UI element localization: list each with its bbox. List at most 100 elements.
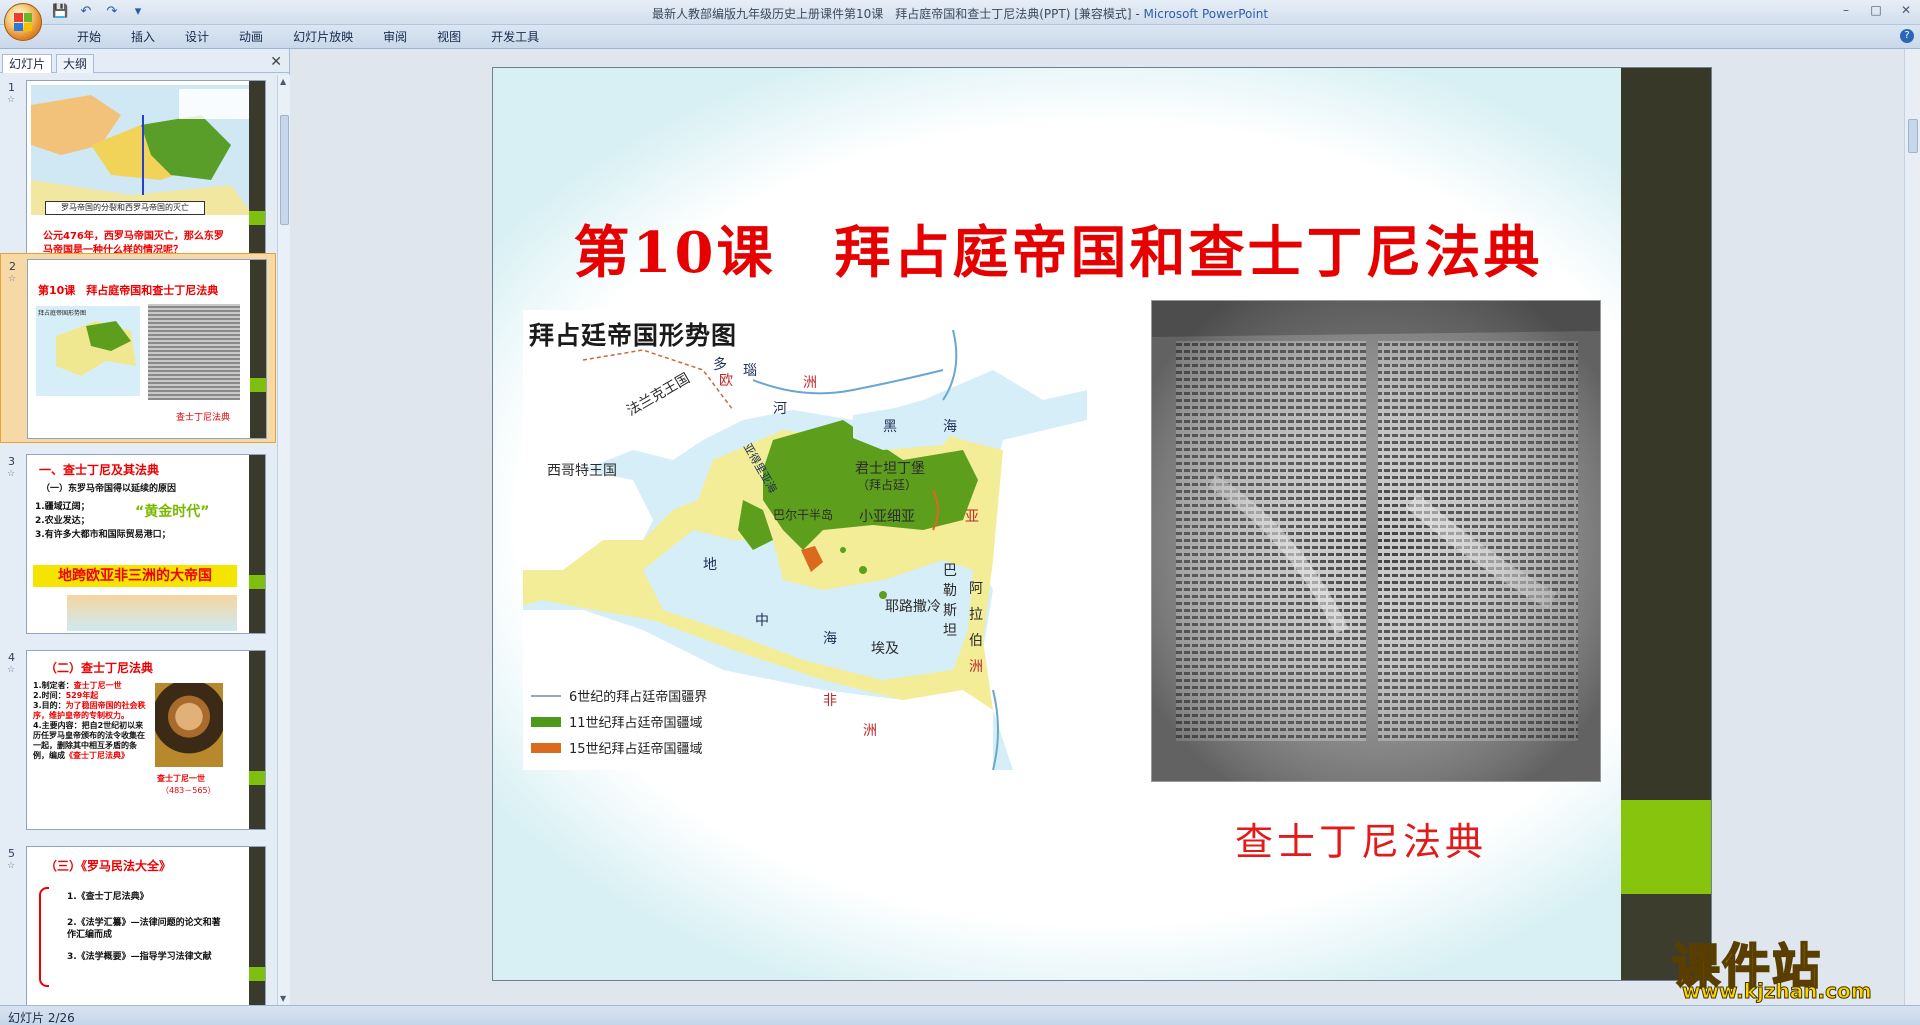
- portrait-caption: 查士丁尼一世: [157, 774, 205, 783]
- pane-close-icon[interactable]: ✕: [270, 54, 282, 70]
- thumb-side-band: [250, 260, 266, 438]
- roman-map-thumb: [31, 85, 253, 215]
- map-label-asia: 亚: [965, 509, 979, 525]
- thumbnail-canvas: 一、查士丁尼及其法典 （一）东罗马帝国得以延续的原因 1.疆域辽阔； 2.农业发…: [26, 454, 266, 634]
- help-icon[interactable]: ?: [1900, 29, 1914, 43]
- thumb-strip-map: [67, 595, 237, 631]
- tab-slide-show[interactable]: 幻灯片放映: [278, 29, 368, 45]
- map-label-jerusalem: 耶路撒冷: [885, 599, 941, 615]
- slide-thumbnail-4[interactable]: 4 ☆ （二）查士丁尼法典 1.制定者：查士丁尼一世 2.时间：529年起 3.…: [0, 645, 276, 835]
- tab-review[interactable]: 审阅: [368, 29, 422, 45]
- thumb-item: 1.制定者：: [33, 681, 74, 690]
- thumb-map: 拜占庭帝国形势图: [36, 306, 140, 396]
- thumb-side-band: [249, 455, 265, 633]
- scroll-up-icon[interactable]: ▲: [280, 77, 286, 86]
- window-controls: – □ ✕: [1838, 3, 1914, 17]
- tab-insert[interactable]: 插入: [116, 29, 170, 45]
- thumbnail-number: 4: [8, 651, 15, 664]
- map-label-danube-2: 瑙: [743, 363, 757, 379]
- close-button[interactable]: ✕: [1898, 3, 1914, 17]
- map-label-balkans: 巴尔干半岛: [773, 508, 834, 522]
- pane-tabs: 幻灯片 大纲 ✕: [0, 51, 290, 73]
- map-label-egypt: 埃及: [871, 641, 899, 657]
- thumbnail-number: 2: [9, 260, 16, 273]
- thumb-item: 2.《法学汇纂》—法律问题的论文和著作汇编而成: [67, 918, 221, 940]
- thumbnail-canvas: 第10课 拜占庭帝国和查士丁尼法典 拜占庭帝国形势图 查士丁尼法典: [27, 259, 267, 439]
- slide-thumbnail-3[interactable]: 3 ☆ 一、查士丁尼及其法典 （一）东罗马帝国得以延续的原因 1.疆域辽阔； 2…: [0, 449, 276, 639]
- tab-design[interactable]: 设计: [170, 29, 224, 45]
- map-label-med-2: 中: [755, 613, 769, 629]
- window-title-doc: 最新人教部编版九年级历史上册课件第10课 拜占庭帝国和查士丁尼法典(PPT) […: [651, 7, 1144, 21]
- legend-label: 11世纪拜占廷帝国疆域: [569, 716, 703, 731]
- thumbnail-list: 1 ☆ 罗马帝国的分裂和西罗马帝国的灭亡 公元476年，西罗马帝国灭亡，那么东罗: [0, 75, 276, 1005]
- powerpoint-window: 💾 ↶ ↷ ▾ 最新人教部编版九年级历史上册课件第10课 拜占庭帝国和查士丁尼法…: [0, 0, 1920, 1025]
- codex-caption[interactable]: 查士丁尼法典: [1235, 811, 1487, 866]
- map-label-arabia-4: 洲: [969, 659, 983, 675]
- tab-slides[interactable]: 幻灯片: [2, 54, 53, 73]
- thumb-map-shape: [56, 321, 136, 376]
- map-label-africa-2: 洲: [863, 723, 877, 739]
- tab-animations[interactable]: 动画: [224, 29, 278, 45]
- thumb-item: 1.《查士丁尼法典》: [67, 892, 149, 902]
- watermark-url: www.kjzhan.com: [1682, 979, 1873, 1004]
- thumb-caption: 查士丁尼法典: [176, 413, 231, 423]
- slide-scrollbar[interactable]: [1904, 49, 1920, 1005]
- map-label-arabia-2: 拉: [969, 607, 983, 623]
- tab-home[interactable]: 开始: [62, 29, 116, 45]
- thumbnail-number: 5: [8, 847, 15, 860]
- legend-item: 6世纪的拜占廷帝国疆界: [531, 686, 707, 705]
- thumb-item: 2.时间：: [33, 691, 66, 700]
- map-label-danube-3: 河: [773, 401, 787, 417]
- window-title-app: Microsoft PowerPoint: [1143, 7, 1269, 21]
- thumb-side-band: [249, 651, 265, 829]
- thumb-item: 1.疆域辽阔；: [35, 502, 90, 512]
- tab-developer[interactable]: 开发工具: [476, 29, 554, 45]
- thumb-sub: （一）东罗马帝国得以延续的原因: [41, 484, 177, 494]
- justinian-code-image[interactable]: [1151, 300, 1601, 782]
- map-caption-thumb: 罗马帝国的分裂和西罗马帝国的灭亡: [45, 201, 205, 215]
- transition-icon: ☆: [7, 861, 16, 871]
- minimize-button[interactable]: –: [1838, 3, 1854, 17]
- legend-label: 6世纪的拜占廷帝国疆界: [569, 690, 708, 705]
- map-label-palestine-2: 勒: [943, 583, 957, 599]
- thumbnail-number: 3: [8, 455, 15, 468]
- slide-title[interactable]: 第10课 拜占庭帝国和查士丁尼法典: [493, 208, 1623, 289]
- slide-thumbnail-2[interactable]: 2 ☆ 第10课 拜占庭帝国和查士丁尼法典 拜占庭帝国形势图 查士丁尼法典: [0, 253, 276, 443]
- thumb-banner: 地跨欧亚非三洲的大帝国: [33, 565, 237, 587]
- current-slide[interactable]: 第10课 拜占庭帝国和查士丁尼法典 拜占廷帝国形势图 法兰克王国 欧 洲 西哥特…: [492, 67, 1712, 981]
- brace-shape: [39, 887, 49, 987]
- scroll-thumb[interactable]: [1908, 119, 1918, 153]
- map-label-constantinople: 君士坦丁堡: [855, 461, 925, 477]
- slide-thumbnail-1[interactable]: 1 ☆ 罗马帝国的分裂和西罗马帝国的灭亡 公元476年，西罗马帝国灭亡，那么东罗: [0, 75, 276, 265]
- scroll-down-icon[interactable]: ▼: [280, 994, 286, 1003]
- thumbnail-scrollbar[interactable]: ▲ ▼: [277, 75, 290, 1005]
- thumb-item: 3.目的：: [33, 701, 66, 710]
- legend-swatch: [531, 742, 561, 753]
- map-label-asia-minor: 小亚细亚: [859, 509, 915, 525]
- maximize-button[interactable]: □: [1868, 3, 1884, 17]
- tab-view[interactable]: 视图: [422, 29, 476, 45]
- office-button[interactable]: [4, 3, 42, 41]
- map-legend: 6世纪的拜占廷帝国疆界 11世纪拜占廷帝国疆域 15世纪拜占廷帝国疆域: [525, 676, 725, 768]
- status-bar: 幻灯片 2/26: [0, 1005, 1920, 1025]
- thumb-item: 3.《法学概要》—指导学习法律文献: [67, 952, 212, 962]
- thumb-item: 529年起: [65, 691, 99, 700]
- transition-icon: ☆: [7, 95, 16, 105]
- map-label-med-1: 地: [703, 557, 717, 573]
- thumb-item: 查士丁尼一世: [73, 681, 122, 690]
- thumb-golden: “黄金时代”: [135, 504, 210, 520]
- thumb-side-band: [249, 847, 265, 1005]
- byzantine-map[interactable]: 拜占廷帝国形势图 法兰克王国 欧 洲 西哥特王国 君士坦丁堡 （拜占廷） 小亚细…: [523, 310, 1087, 770]
- map-label-black-sea: 黑: [883, 419, 897, 435]
- map-label-palestine-4: 坦: [943, 623, 957, 639]
- ribbon: 开始 插入 设计 动画 幻灯片放映 审阅 视图 开发工具 ?: [0, 25, 1920, 49]
- kjzhan-watermark: 课件站 www.kjzhan.com: [1664, 927, 1904, 1004]
- map-label-visigoth: 西哥特王国: [547, 463, 617, 479]
- map-label-palestine-1: 巴: [943, 563, 957, 579]
- tab-outline[interactable]: 大纲: [56, 54, 95, 73]
- map-label-danube: 多: [713, 357, 727, 373]
- map-label-black-sea-2: 海: [943, 419, 957, 435]
- justinian-portrait: [155, 683, 223, 767]
- scroll-thumb[interactable]: [280, 115, 289, 225]
- slide-thumbnail-5[interactable]: 5 ☆ （三）《罗马民法大全》 1.《查士丁尼法典》 2.《法学汇纂》—法律问题…: [0, 841, 276, 1005]
